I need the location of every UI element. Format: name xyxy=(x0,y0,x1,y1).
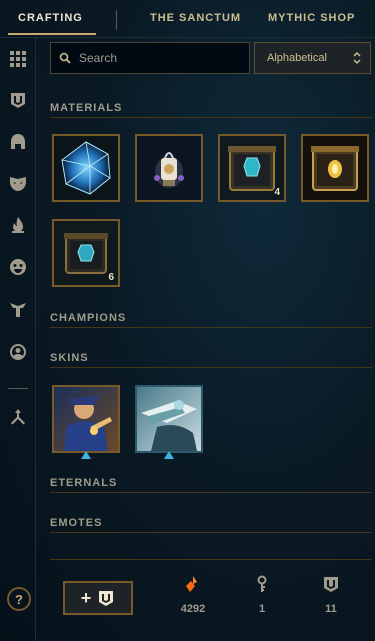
section-divider xyxy=(50,367,372,368)
item-count: 6 xyxy=(108,272,114,283)
blue-essence-icon xyxy=(61,141,111,195)
merge-icon[interactable] xyxy=(7,406,29,428)
currency-chest: 11 xyxy=(306,575,356,625)
material-key-fragment-chest[interactable]: 4 xyxy=(218,134,286,202)
section-divider xyxy=(50,327,372,328)
orange-essence-icon xyxy=(186,576,197,592)
section-divider xyxy=(50,117,372,118)
section-divider xyxy=(50,492,372,493)
chest-icon[interactable] xyxy=(7,89,29,111)
section-emotes[interactable]: EMOTES xyxy=(50,513,372,533)
section-eternals[interactable]: ETERNALS xyxy=(50,473,372,493)
tab-crafting[interactable]: CRAFTING xyxy=(18,12,83,24)
search-input[interactable] xyxy=(79,51,229,65)
section-title: EMOTES xyxy=(50,517,103,529)
section-materials[interactable]: MATERIALS xyxy=(50,98,372,118)
top-nav: CRAFTING THE SANCTUM MYTHIC SHOP xyxy=(0,0,375,38)
currency-key: 1 xyxy=(237,575,287,625)
mask-icon[interactable] xyxy=(7,172,29,194)
key-value: 1 xyxy=(258,603,266,615)
key-icon xyxy=(257,575,267,592)
plus-label: + xyxy=(80,587,92,608)
section-title: CHAMPIONS xyxy=(50,312,127,324)
helmet-icon[interactable] xyxy=(7,131,29,153)
emote-face-icon[interactable] xyxy=(7,256,29,278)
tab-mythic-shop[interactable]: MYTHIC SHOP xyxy=(268,12,355,24)
lantern-icon xyxy=(137,136,201,200)
sidebar xyxy=(0,38,36,641)
material-blue-essence-crystal[interactable] xyxy=(52,134,120,202)
summoner-icon[interactable] xyxy=(7,298,29,320)
tab-the-sanctum[interactable]: THE SANCTUM xyxy=(150,12,241,24)
material-hextech-chest[interactable]: 6 xyxy=(52,219,120,287)
search-box[interactable] xyxy=(50,42,250,74)
skin-rarity-marker xyxy=(81,451,91,459)
sort-dropdown[interactable]: Alphabetical xyxy=(254,42,371,74)
chest-value: 11 xyxy=(325,603,337,615)
search-icon xyxy=(59,52,71,64)
skin-art-image xyxy=(54,387,118,451)
currency-orange-essence: 4292 xyxy=(168,575,218,625)
section-divider xyxy=(50,532,372,533)
section-skins[interactable]: SKINS xyxy=(50,348,372,368)
profile-icon[interactable] xyxy=(7,341,29,363)
grid-icon[interactable] xyxy=(7,48,29,70)
skin-shard-1[interactable] xyxy=(52,385,120,453)
skin-rarity-marker xyxy=(164,451,174,459)
sort-value: Alphabetical xyxy=(267,52,327,64)
sort-arrows-icon xyxy=(353,51,361,65)
section-title: ETERNALS xyxy=(50,477,118,489)
golden-chest-icon xyxy=(303,136,367,200)
active-tab-indicator xyxy=(8,33,96,35)
orange-essence-value: 4292 xyxy=(180,603,206,615)
ward-icon[interactable] xyxy=(7,214,29,236)
help-button[interactable]: ? xyxy=(7,587,31,611)
chest-icon xyxy=(324,577,338,592)
skin-shard-2[interactable] xyxy=(135,385,203,453)
bottom-divider xyxy=(50,559,372,560)
sidebar-divider xyxy=(8,388,28,389)
section-champions[interactable]: CHAMPIONS xyxy=(50,308,372,328)
section-title: MATERIALS xyxy=(50,102,123,114)
skin-art-image xyxy=(137,387,201,451)
material-golden-chest[interactable] xyxy=(301,134,369,202)
tab-divider xyxy=(116,10,117,30)
material-lantern-token[interactable] xyxy=(135,134,203,202)
item-count: 4 xyxy=(274,187,280,198)
section-title: SKINS xyxy=(50,352,89,364)
add-chest-button[interactable]: + xyxy=(63,581,133,615)
chest-icon xyxy=(99,591,114,606)
